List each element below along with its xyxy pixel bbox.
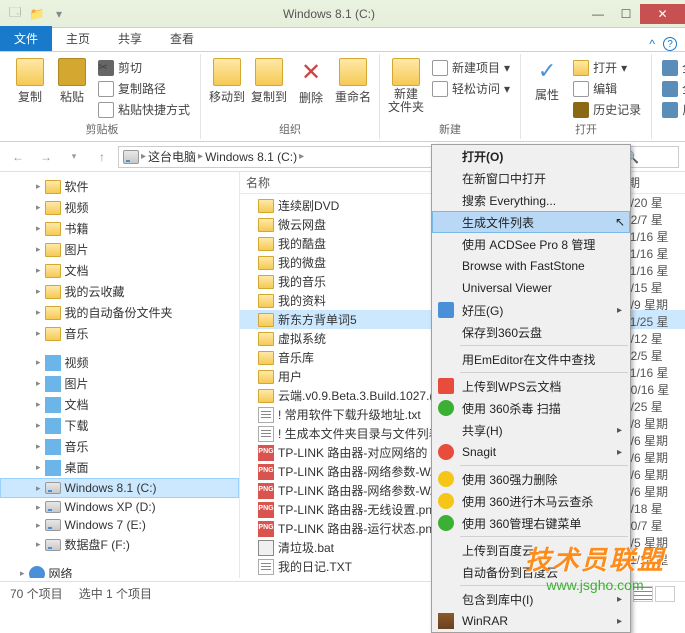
- ctx-share[interactable]: 共享(H)▸: [432, 419, 630, 441]
- ctx-addtolibrary[interactable]: 包含到库中(I)▸: [432, 588, 630, 610]
- status-selected: 选中 1 个项目: [79, 585, 152, 602]
- tree-item[interactable]: ▸音乐: [0, 323, 239, 344]
- ctx-wps[interactable]: 上传到WPS云文档: [432, 375, 630, 397]
- ctx-baidu[interactable]: 上传到百度云: [432, 539, 630, 561]
- tree-item[interactable]: ▸图片: [0, 373, 239, 394]
- newfolder-button[interactable]: 新建 文件夹: [386, 54, 426, 114]
- tree-item[interactable]: ▸视频: [0, 352, 239, 373]
- tab-file[interactable]: 文件: [0, 26, 52, 51]
- tab-view[interactable]: 查看: [156, 26, 208, 51]
- ctx-searcheverything[interactable]: 搜索 Everything...: [432, 189, 630, 211]
- tree-drive[interactable]: ▸Windows 7 (E:): [0, 516, 239, 534]
- ctx-acdsee[interactable]: 使用 ACDSee Pro 8 管理: [432, 233, 630, 255]
- history-button[interactable]: 历史记录: [569, 100, 645, 119]
- maximize-button[interactable]: ☐: [612, 4, 640, 24]
- nav-back-button[interactable]: ←: [6, 145, 30, 169]
- tree-item[interactable]: ▸音乐: [0, 436, 239, 457]
- view-icons-icon[interactable]: [655, 586, 675, 602]
- open-button[interactable]: 打开 ▾: [569, 58, 645, 77]
- delete-button[interactable]: ✕删除: [291, 54, 331, 106]
- tree-item[interactable]: ▸软件: [0, 176, 239, 197]
- copy-button[interactable]: 复制: [10, 54, 50, 105]
- breadcrumb-pc[interactable]: 这台电脑: [148, 148, 196, 165]
- properties-button[interactable]: ✓属性: [527, 54, 567, 103]
- context-menu: 打开(O) 在新窗口中打开 搜索 Everything... 生成文件列表↖ 使…: [431, 144, 631, 633]
- tree-drive[interactable]: ▸Windows XP (D:): [0, 498, 239, 516]
- ctx-autobaidu[interactable]: 自动备份到百度云: [432, 561, 630, 583]
- qat-properties-icon[interactable]: 🗔: [6, 5, 24, 23]
- ctx-360scan[interactable]: 使用 360杀毒 扫描: [432, 397, 630, 419]
- paste-button[interactable]: 粘贴: [52, 54, 92, 105]
- moveto-button[interactable]: 移动到: [207, 54, 247, 105]
- drive-icon: [123, 150, 139, 164]
- selectall-button[interactable]: 全部选择: [658, 58, 685, 77]
- ctx-360forcedelete[interactable]: 使用 360强力删除: [432, 468, 630, 490]
- tree-item[interactable]: ▸我的自动备份文件夹: [0, 302, 239, 323]
- ctx-360trojan[interactable]: 使用 360进行木马云查杀: [432, 490, 630, 512]
- tree-drive[interactable]: ▸Windows 8.1 (C:): [0, 478, 239, 498]
- ctx-faststone[interactable]: Browse with FastStone: [432, 255, 630, 277]
- qat-dropdown-icon[interactable]: ▾: [50, 5, 68, 23]
- ctx-universalviewer[interactable]: Universal Viewer: [432, 277, 630, 299]
- breadcrumb-drive[interactable]: Windows 8.1 (C:): [205, 150, 297, 164]
- tree-network[interactable]: ▸网络: [0, 563, 239, 578]
- tree-item[interactable]: ▸书籍: [0, 218, 239, 239]
- nav-forward-button[interactable]: →: [34, 145, 58, 169]
- invert-button[interactable]: 反向选择: [658, 100, 685, 119]
- pasteshortcut-button[interactable]: 粘贴快捷方式: [94, 100, 194, 119]
- window-title: Windows 8.1 (C:): [74, 7, 584, 21]
- ctx-save360[interactable]: 保存到360云盘: [432, 321, 630, 343]
- ribbon-tabs: 文件 主页 共享 查看 ^?: [0, 28, 685, 52]
- tree-item[interactable]: ▸桌面: [0, 457, 239, 478]
- ctx-haozip[interactable]: 好压(G)▸: [432, 299, 630, 321]
- tree-item[interactable]: ▸我的云收藏: [0, 281, 239, 302]
- status-count: 70 个项目: [10, 585, 63, 602]
- ctx-winrar[interactable]: WinRAR▸: [432, 610, 630, 632]
- navigation-tree: ▸软件▸视频▸书籍▸图片▸文档▸我的云收藏▸我的自动备份文件夹▸音乐▸视频▸图片…: [0, 172, 240, 578]
- nav-up-button[interactable]: ↑: [90, 145, 114, 169]
- tab-home[interactable]: 主页: [52, 26, 104, 51]
- help-icon[interactable]: ?: [663, 37, 677, 51]
- ribbon-collapse-icon[interactable]: ^: [649, 37, 655, 51]
- minimize-button[interactable]: —: [584, 4, 612, 24]
- tree-item[interactable]: ▸下载: [0, 415, 239, 436]
- ctx-newwindow[interactable]: 在新窗口中打开: [432, 167, 630, 189]
- newitem-button[interactable]: 新建项目 ▾: [428, 58, 514, 77]
- copypath-button[interactable]: 复制路径: [94, 79, 194, 98]
- view-details-icon[interactable]: [633, 586, 653, 602]
- titlebar: 🗔 📁 ▾ Windows 8.1 (C:) — ☐ ✕: [0, 0, 685, 28]
- ctx-emeditor[interactable]: 用EmEditor在文件中查找: [432, 348, 630, 370]
- ctx-generate-filelist[interactable]: 生成文件列表↖: [432, 211, 630, 233]
- rename-button[interactable]: 重命名: [333, 54, 373, 105]
- copyto-button[interactable]: 复制到: [249, 54, 289, 105]
- cut-button[interactable]: ✂剪切: [94, 58, 194, 77]
- edit-button[interactable]: 编辑: [569, 79, 645, 98]
- selectnone-button[interactable]: 全部取消: [658, 79, 685, 98]
- ctx-snagit[interactable]: Snagit▸: [432, 441, 630, 463]
- tree-item[interactable]: ▸文档: [0, 394, 239, 415]
- ctx-open[interactable]: 打开(O): [432, 145, 630, 167]
- nav-recent-button[interactable]: ▾: [62, 145, 86, 169]
- easyaccess-button[interactable]: 轻松访问 ▾: [428, 79, 514, 98]
- tree-item[interactable]: ▸图片: [0, 239, 239, 260]
- ctx-360rightmenu[interactable]: 使用 360管理右键菜单: [432, 512, 630, 534]
- qat-newfolder-icon[interactable]: 📁: [28, 5, 46, 23]
- tab-share[interactable]: 共享: [104, 26, 156, 51]
- close-button[interactable]: ✕: [640, 4, 685, 24]
- tree-item[interactable]: ▸视频: [0, 197, 239, 218]
- tree-item[interactable]: ▸文档: [0, 260, 239, 281]
- tree-drive[interactable]: ▸数据盘F (F:): [0, 534, 239, 555]
- ribbon: 复制 粘贴 ✂剪切 复制路径 粘贴快捷方式 剪贴板 移动到 复制到 ✕删除 重命…: [0, 52, 685, 142]
